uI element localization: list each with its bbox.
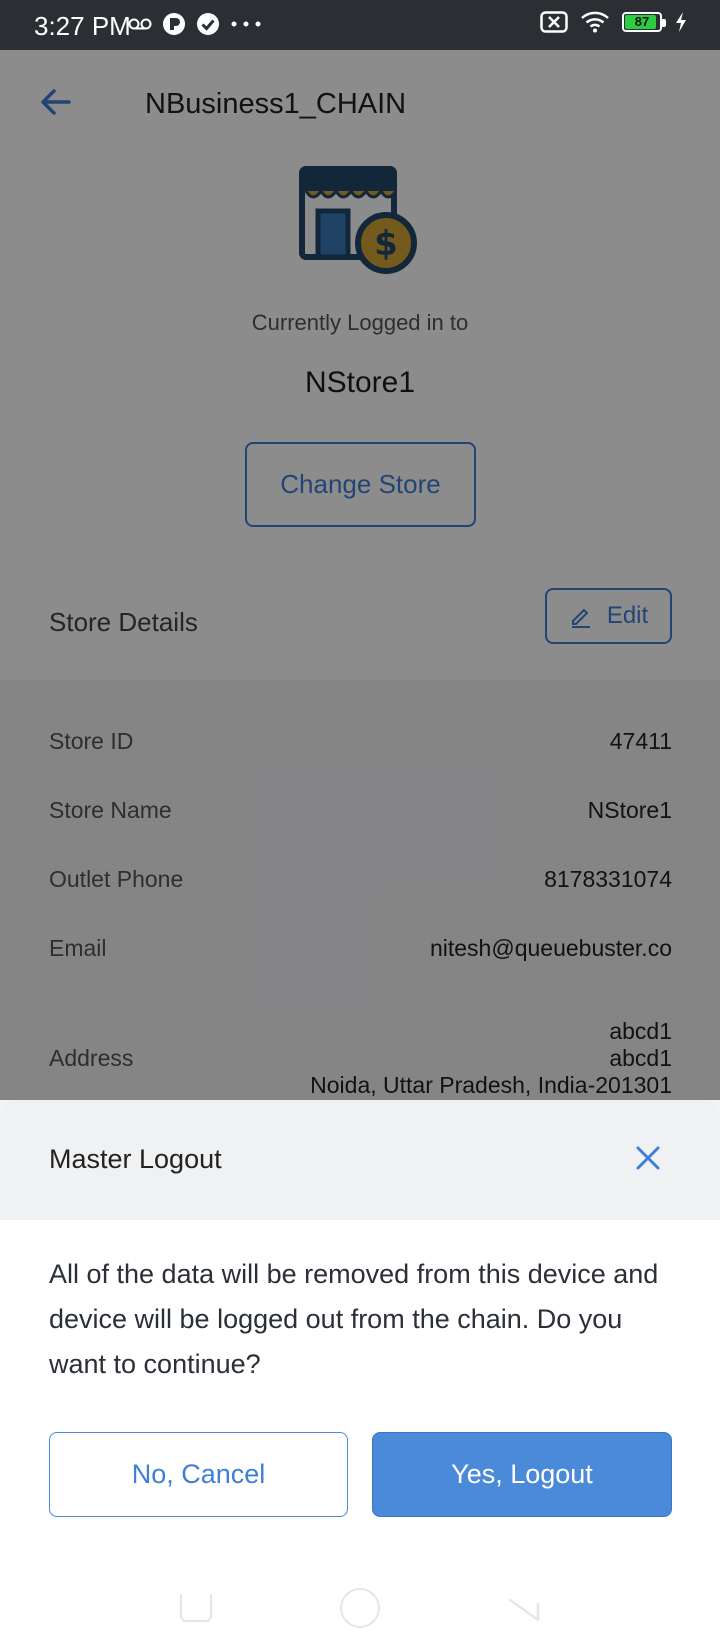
home-button[interactable] bbox=[340, 1588, 380, 1628]
confirm-logout-button[interactable]: Yes, Logout bbox=[372, 1432, 672, 1517]
modal-scrim[interactable] bbox=[0, 50, 720, 1100]
sim-off-icon bbox=[540, 11, 568, 33]
wifi-icon bbox=[581, 11, 609, 33]
nav-back-button[interactable] bbox=[508, 1598, 540, 1622]
close-icon bbox=[636, 1146, 660, 1170]
close-button[interactable] bbox=[630, 1140, 666, 1176]
master-logout-dialog: Master Logout All of the data will be re… bbox=[0, 1100, 720, 1650]
status-bar: 3:27 PM 87 bbox=[0, 0, 720, 50]
dialog-message: All of the data will be removed from thi… bbox=[49, 1259, 659, 1379]
battery-level: 87 bbox=[634, 14, 650, 29]
system-icons: 87 bbox=[540, 11, 688, 33]
dialog-header: Master Logout bbox=[0, 1100, 720, 1220]
charging-icon bbox=[676, 12, 686, 32]
check-circle-icon bbox=[197, 13, 219, 35]
status-time: 3:27 PM bbox=[34, 11, 131, 41]
cancel-button[interactable]: No, Cancel bbox=[49, 1432, 348, 1517]
system-nav-bar bbox=[0, 1580, 720, 1650]
dialog-title: Master Logout bbox=[49, 1144, 222, 1174]
voicemail-icon bbox=[128, 18, 152, 30]
app-badge-icon bbox=[163, 13, 185, 35]
battery-icon: 87 bbox=[622, 12, 666, 32]
recents-button[interactable] bbox=[180, 1594, 212, 1622]
more-dots-icon bbox=[231, 21, 261, 27]
notification-icons bbox=[128, 12, 262, 36]
